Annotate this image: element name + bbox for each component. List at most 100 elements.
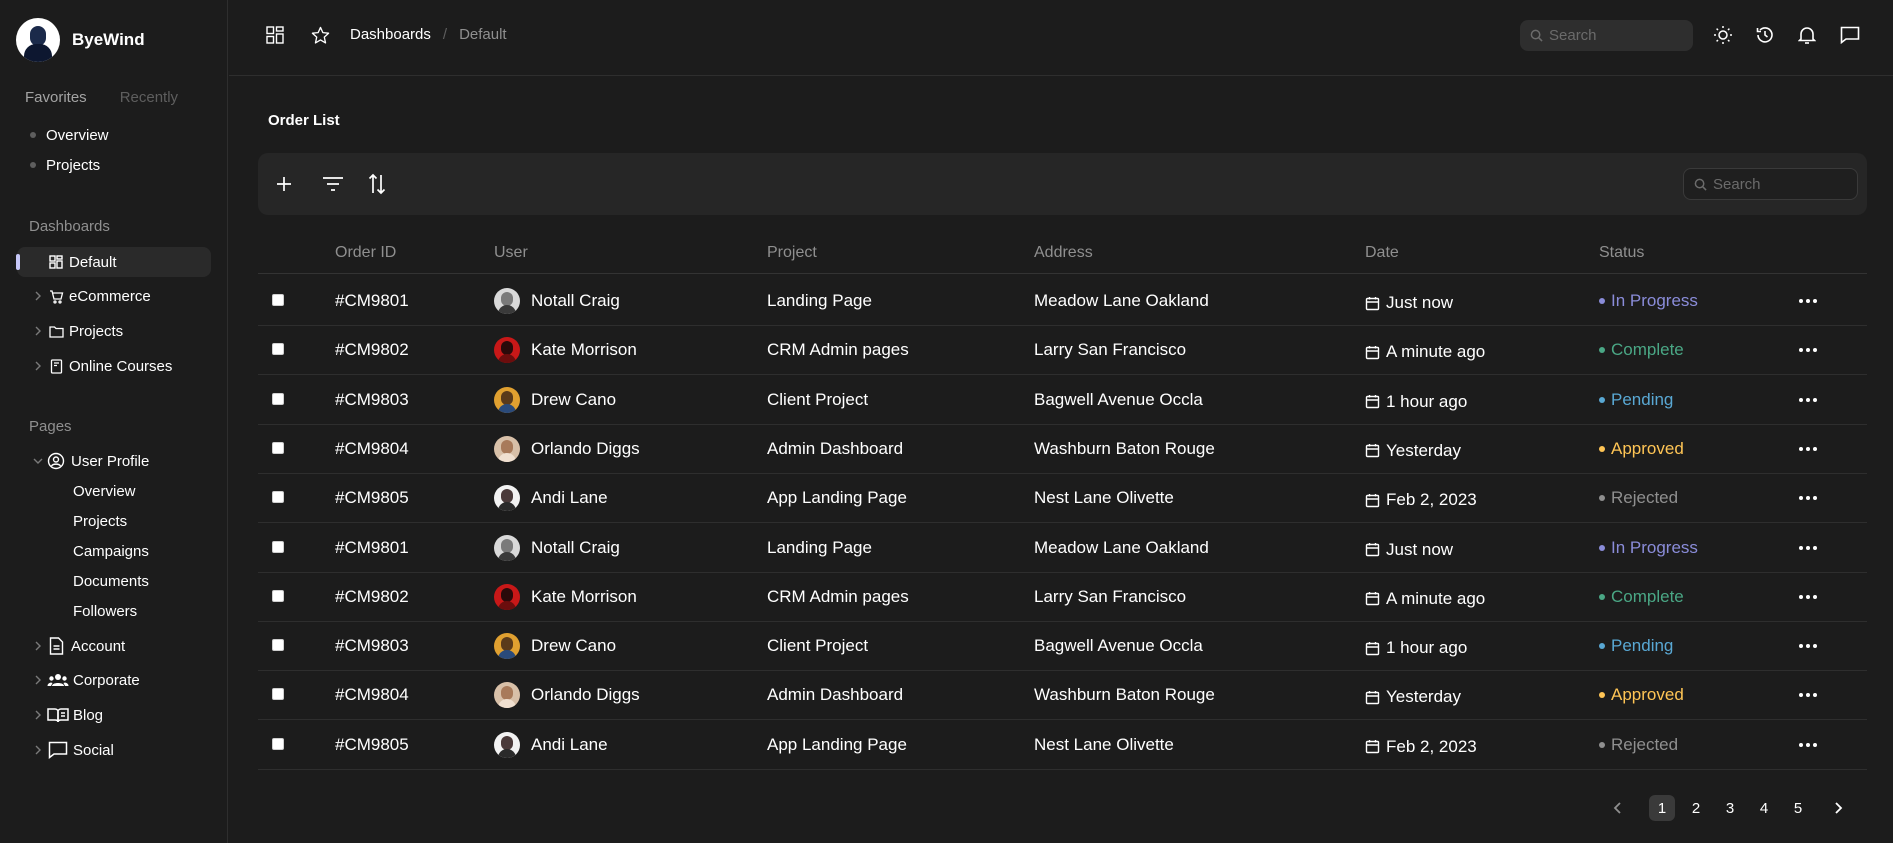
calendar-icon: [1365, 296, 1380, 311]
column-order-id[interactable]: Order ID: [335, 244, 396, 262]
row-checkbox[interactable]: [272, 540, 284, 553]
project: CRM Admin pages: [767, 586, 909, 606]
brand[interactable]: ByeWind: [16, 18, 145, 62]
sidebar-item-social[interactable]: Social: [17, 735, 211, 765]
more-options-icon[interactable]: [1799, 621, 1817, 671]
table-row[interactable]: #CM9802 Kate Morrison CRM Admin pages Larry…: [258, 325, 1867, 376]
table-row[interactable]: #CM9801 Notall Craig Landing Page Meadow La…: [258, 523, 1867, 573]
sidebar-item-blog[interactable]: Blog: [17, 700, 211, 730]
status-badge: Approved: [1611, 685, 1684, 705]
user-cell: Orlando Diggs: [494, 670, 640, 720]
page-5-button[interactable]: 5: [1785, 795, 1811, 821]
more-options-icon[interactable]: [1799, 523, 1817, 573]
breadcrumb-default: Default: [459, 26, 507, 43]
table-row[interactable]: #CM9803 Drew Cano Client Project Bagwell Av…: [258, 375, 1867, 425]
sub-item-projects[interactable]: Projects: [73, 506, 127, 536]
table-row[interactable]: #CM9801 Notall Craig Landing Page Meadow La…: [258, 276, 1867, 326]
message-icon[interactable]: [1839, 24, 1861, 46]
row-checkbox[interactable]: [272, 639, 284, 652]
star-icon[interactable]: [309, 24, 331, 46]
more-options-icon[interactable]: [1799, 473, 1817, 523]
sidebar-item-default[interactable]: Default: [16, 247, 211, 277]
page-1-button[interactable]: 1: [1649, 795, 1675, 821]
sub-item-overview[interactable]: Overview: [73, 476, 136, 506]
table-row[interactable]: #CM9805 Andi Lane App Landing Page Nest Lan…: [258, 720, 1867, 770]
chevron-right-icon: [31, 291, 45, 301]
favorite-item-overview[interactable]: Overview: [30, 120, 109, 150]
date: A minute ago: [1386, 342, 1486, 362]
breadcrumb-dashboards[interactable]: Dashboards: [350, 26, 431, 43]
row-checkbox[interactable]: [272, 343, 284, 356]
column-user[interactable]: User: [494, 244, 528, 262]
row-checkbox[interactable]: [272, 589, 284, 602]
sidebar-toggle-icon[interactable]: [264, 24, 286, 46]
column-project[interactable]: Project: [767, 244, 817, 262]
bell-icon[interactable]: [1796, 24, 1818, 46]
tab-recently[interactable]: Recently: [120, 89, 178, 106]
history-icon[interactable]: [1754, 24, 1776, 46]
column-date[interactable]: Date: [1365, 244, 1399, 262]
tab-favorites[interactable]: Favorites: [25, 89, 87, 106]
table-search-input[interactable]: [1713, 175, 1843, 193]
address: Nest Lane Olivette: [1034, 734, 1174, 754]
order-id: #CM9802: [335, 586, 409, 606]
add-icon[interactable]: [271, 171, 297, 197]
next-page-button[interactable]: [1825, 795, 1851, 821]
cart-icon: [47, 287, 65, 305]
page-title: Order List: [268, 112, 340, 129]
sidebar-item-online-courses[interactable]: Online Courses: [17, 351, 211, 381]
status-dot: [1599, 593, 1605, 600]
table-row[interactable]: #CM9805 Andi Lane App Landing Page Nest Lan…: [258, 473, 1867, 524]
more-options-icon[interactable]: [1799, 424, 1817, 474]
page-2-button[interactable]: 2: [1683, 795, 1709, 821]
more-options-icon[interactable]: [1799, 670, 1817, 720]
row-checkbox[interactable]: [272, 491, 284, 504]
order-id: #CM9805: [335, 734, 409, 754]
avatar: [494, 337, 520, 364]
status-dot: [1599, 643, 1605, 650]
user-name: Notall Craig: [531, 291, 620, 310]
row-checkbox[interactable]: [272, 441, 284, 454]
sidebar-item-user-profile[interactable]: User Profile: [17, 446, 211, 476]
sub-item-campaigns[interactable]: Campaigns: [73, 536, 149, 566]
filter-icon[interactable]: [320, 171, 346, 197]
table-row[interactable]: #CM9804 Orlando Diggs Admin Dashboard Washb…: [258, 424, 1867, 474]
header-search-input[interactable]: [1549, 27, 1679, 44]
row-checkbox[interactable]: [272, 392, 284, 405]
prev-page-button[interactable]: [1605, 795, 1631, 821]
table-search[interactable]: [1683, 168, 1858, 200]
status-cell: In Progress: [1599, 276, 1698, 326]
more-options-icon[interactable]: [1799, 375, 1817, 425]
sun-icon[interactable]: [1712, 24, 1734, 46]
search-icon: [1694, 178, 1707, 191]
sort-icon[interactable]: [364, 171, 390, 197]
more-options-icon[interactable]: [1799, 720, 1817, 770]
address: Larry San Francisco: [1034, 340, 1187, 360]
sidebar-item-projects[interactable]: Projects: [17, 316, 211, 346]
row-checkbox[interactable]: [272, 294, 284, 306]
status-dot: [1599, 692, 1605, 699]
row-checkbox[interactable]: [272, 688, 284, 701]
table-row[interactable]: #CM9803 Drew Cano Client Project Bagwell Av…: [258, 621, 1867, 672]
sidebar-item-corporate[interactable]: Corporate: [17, 665, 211, 695]
table-row[interactable]: #CM9804 Orlando Diggs Admin Dashboard Washb…: [258, 670, 1867, 721]
user-cell: Drew Cano: [494, 375, 616, 425]
sidebar-item-ecommerce[interactable]: eCommerce: [17, 281, 211, 311]
sidebar-item-account[interactable]: Account: [17, 631, 211, 661]
page-4-button[interactable]: 4: [1751, 795, 1777, 821]
more-options-icon[interactable]: [1799, 572, 1817, 622]
table-row[interactable]: #CM9802 Kate Morrison CRM Admin pages Larry…: [258, 572, 1867, 622]
book-icon: [47, 357, 65, 375]
column-status[interactable]: Status: [1599, 244, 1644, 262]
row-checkbox[interactable]: [272, 737, 284, 750]
status-cell: Pending: [1599, 375, 1673, 425]
sub-item-documents[interactable]: Documents: [73, 566, 149, 596]
sub-item-followers[interactable]: Followers: [73, 596, 137, 626]
more-options-icon[interactable]: [1799, 276, 1817, 326]
favorite-item-projects[interactable]: Projects: [30, 150, 109, 180]
column-address[interactable]: Address: [1034, 244, 1093, 262]
favorites-list: Overview Projects: [30, 120, 109, 180]
header-search[interactable]: [1520, 20, 1693, 51]
more-options-icon[interactable]: [1799, 325, 1817, 375]
page-3-button[interactable]: 3: [1717, 795, 1743, 821]
